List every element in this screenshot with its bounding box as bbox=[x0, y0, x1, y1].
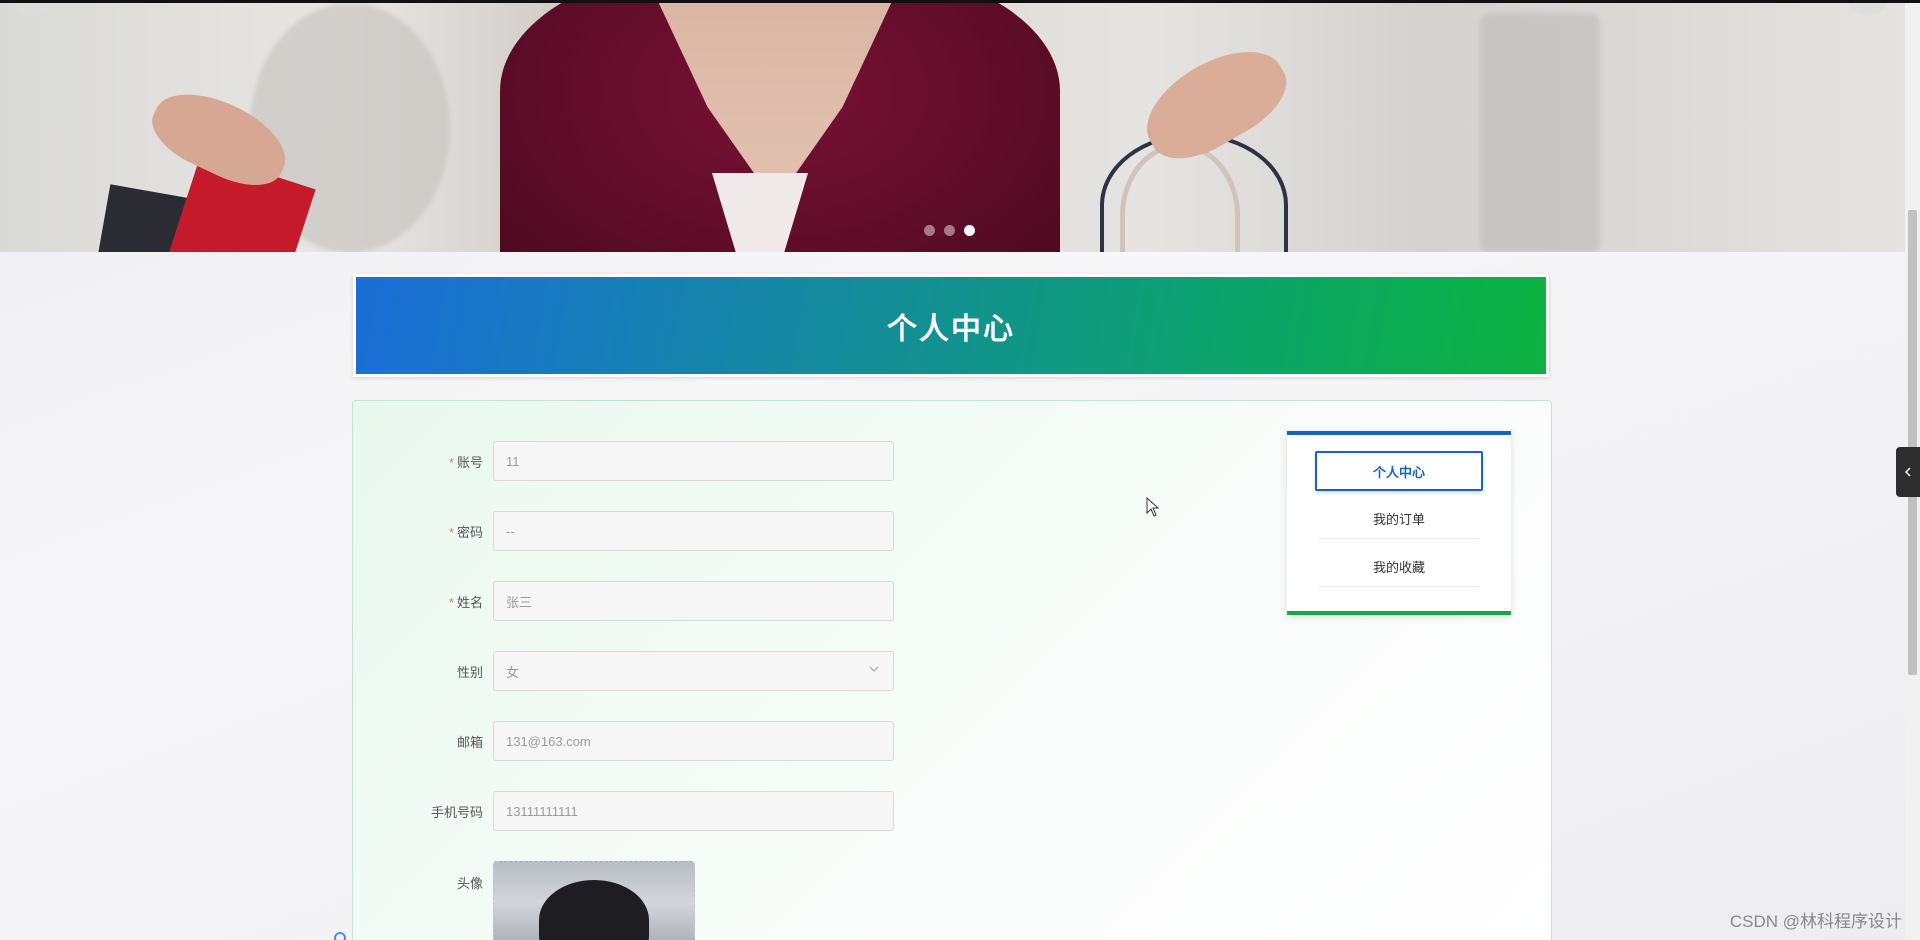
account-input[interactable] bbox=[493, 441, 894, 481]
form-row-account: * 账号 bbox=[353, 441, 894, 481]
banner-carousel bbox=[0, 3, 1905, 252]
carousel-prev-button[interactable] bbox=[14, 3, 50, 15]
phone-input[interactable] bbox=[493, 791, 894, 831]
menu-item-favorites[interactable]: 我的收藏 bbox=[1319, 547, 1479, 587]
account-label-text: 账号 bbox=[456, 454, 483, 470]
chevron-down-icon bbox=[868, 663, 880, 675]
avatar-label: 头像 bbox=[456, 876, 483, 891]
scroll-indicator-icon bbox=[334, 932, 346, 940]
carousel-dot-2[interactable] bbox=[944, 225, 955, 236]
account-label: * 账号 bbox=[353, 452, 493, 471]
email-label: 邮箱 bbox=[456, 734, 483, 750]
watermark: CSDN @林科程序设计 bbox=[1729, 912, 1902, 931]
name-label-text: 姓名 bbox=[456, 594, 483, 610]
email-input[interactable] bbox=[493, 721, 894, 761]
avatar-image bbox=[539, 880, 649, 940]
gender-label: 性别 bbox=[456, 664, 483, 680]
form-row-password: * 密码 bbox=[353, 511, 894, 551]
menu-item-profile[interactable]: 个人中心 bbox=[1315, 451, 1483, 491]
carousel-dot-1[interactable] bbox=[924, 225, 935, 236]
carousel-indicators bbox=[924, 225, 975, 236]
password-input[interactable] bbox=[493, 511, 894, 551]
required-marker: * bbox=[448, 524, 454, 540]
collapse-tab[interactable] bbox=[1896, 447, 1920, 497]
mouse-cursor-icon bbox=[1146, 497, 1160, 517]
banner-bg-shape bbox=[1480, 13, 1600, 252]
chevron-left-icon bbox=[1904, 467, 1911, 477]
name-label: * 姓名 bbox=[353, 592, 493, 611]
menu-item-orders[interactable]: 我的订单 bbox=[1319, 499, 1479, 539]
form-row-email: 邮箱 bbox=[353, 721, 894, 761]
form-row-avatar: 头像 bbox=[353, 861, 695, 940]
form-row-phone: 手机号码 bbox=[353, 791, 894, 831]
password-label-text: 密码 bbox=[456, 524, 483, 540]
name-input[interactable] bbox=[493, 581, 894, 621]
user-side-menu: 个人中心 我的订单 我的收藏 bbox=[1287, 431, 1511, 615]
carousel-next-button[interactable] bbox=[1850, 3, 1886, 15]
gender-select[interactable] bbox=[493, 651, 894, 691]
form-row-name: * 姓名 bbox=[353, 581, 894, 621]
avatar-upload[interactable] bbox=[493, 861, 695, 940]
carousel-dot-3[interactable] bbox=[964, 225, 975, 236]
required-marker: * bbox=[448, 594, 454, 610]
gender-select-value[interactable] bbox=[493, 651, 894, 691]
password-label: * 密码 bbox=[353, 522, 493, 541]
phone-label: 手机号码 bbox=[430, 804, 483, 820]
form-row-gender: 性别 bbox=[353, 651, 894, 691]
page-header-bar: 个人中心 bbox=[353, 274, 1549, 377]
scrollbar-thumb[interactable] bbox=[1908, 210, 1917, 675]
page-title: 个人中心 bbox=[887, 312, 1015, 346]
required-marker: * bbox=[448, 454, 454, 470]
window-top-border bbox=[0, 0, 1920, 3]
